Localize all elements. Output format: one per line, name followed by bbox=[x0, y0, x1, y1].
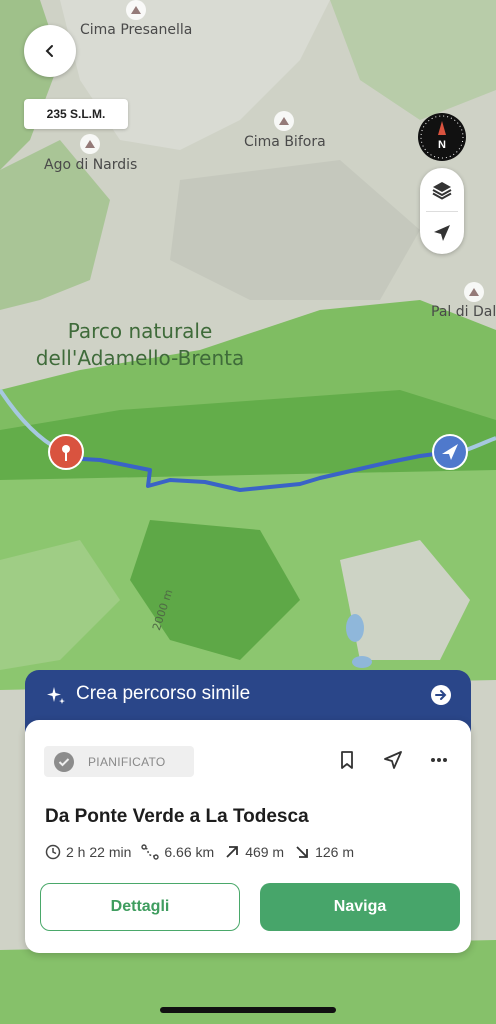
check-circle-icon bbox=[54, 751, 74, 772]
map-controls bbox=[420, 168, 464, 254]
peak-label-cima-bifora: Cima Bifora bbox=[244, 134, 326, 150]
route-distance-icon bbox=[141, 844, 160, 860]
elevation-badge: 235 S.L.M. bbox=[24, 99, 128, 129]
peak-icon bbox=[126, 0, 146, 20]
clock-icon bbox=[45, 844, 61, 860]
stat-duration: 2 h 22 min bbox=[45, 844, 131, 860]
distance-value: 6.66 km bbox=[164, 844, 215, 860]
locate-button[interactable] bbox=[420, 211, 464, 254]
arrow-down-right-icon bbox=[296, 846, 309, 858]
descent-value: 126 m bbox=[315, 844, 355, 860]
compass-icon: N bbox=[420, 115, 464, 159]
stat-descent: 126 m bbox=[294, 844, 354, 860]
route-card: PIANIFICATO Da Ponte Verde a La Todesca … bbox=[25, 720, 471, 953]
compass-letter: N bbox=[438, 139, 446, 151]
peak-icon bbox=[464, 282, 484, 302]
route-stats: 2 h 22 min 6.66 km 469 m 126 m bbox=[45, 844, 364, 860]
arrow-right-circle-icon[interactable] bbox=[431, 685, 451, 705]
banner-title: Crea percorso simile bbox=[76, 683, 251, 704]
chevron-left-icon bbox=[45, 45, 53, 57]
home-indicator[interactable] bbox=[160, 1007, 336, 1013]
navigate-button[interactable]: Naviga bbox=[260, 883, 460, 931]
stat-ascent: 469 m bbox=[224, 844, 284, 860]
bookmark-button[interactable] bbox=[335, 748, 359, 772]
start-marker bbox=[48, 434, 84, 470]
layers-icon bbox=[432, 181, 452, 200]
layers-button[interactable] bbox=[420, 168, 464, 211]
peak-icon bbox=[80, 134, 100, 154]
status-badge: PIANIFICATO bbox=[44, 746, 194, 777]
send-icon bbox=[384, 751, 402, 769]
card-actions bbox=[335, 748, 451, 772]
compass-button[interactable]: N bbox=[418, 113, 466, 161]
more-dots-icon bbox=[431, 758, 447, 762]
more-button[interactable] bbox=[427, 748, 451, 772]
location-arrow-icon bbox=[434, 224, 450, 241]
status-text: PIANIFICATO bbox=[88, 754, 166, 769]
park-label: Parco naturale dell'Adamello-Brenta bbox=[35, 319, 245, 370]
peak-label-pal-di-dale: Pal di Dale bbox=[431, 304, 496, 320]
duration-value: 2 h 22 min bbox=[66, 844, 132, 860]
route-title: Da Ponte Verde a La Todesca bbox=[45, 806, 309, 827]
share-button[interactable] bbox=[381, 748, 405, 772]
peak-label-ago-di-nardis: Ago di Nardis bbox=[44, 157, 138, 173]
stat-distance: 6.66 km bbox=[141, 844, 214, 860]
back-button[interactable] bbox=[24, 25, 76, 77]
peak-icon bbox=[274, 111, 294, 131]
arrow-up-right-icon bbox=[226, 846, 239, 858]
ascent-value: 469 m bbox=[245, 844, 285, 860]
bookmark-icon bbox=[341, 751, 353, 769]
end-marker bbox=[432, 434, 468, 470]
sparkle-icon bbox=[47, 687, 65, 704]
peak-label-cima-presanella: Cima Presanella bbox=[80, 22, 193, 38]
details-button[interactable]: Dettagli bbox=[40, 883, 240, 931]
